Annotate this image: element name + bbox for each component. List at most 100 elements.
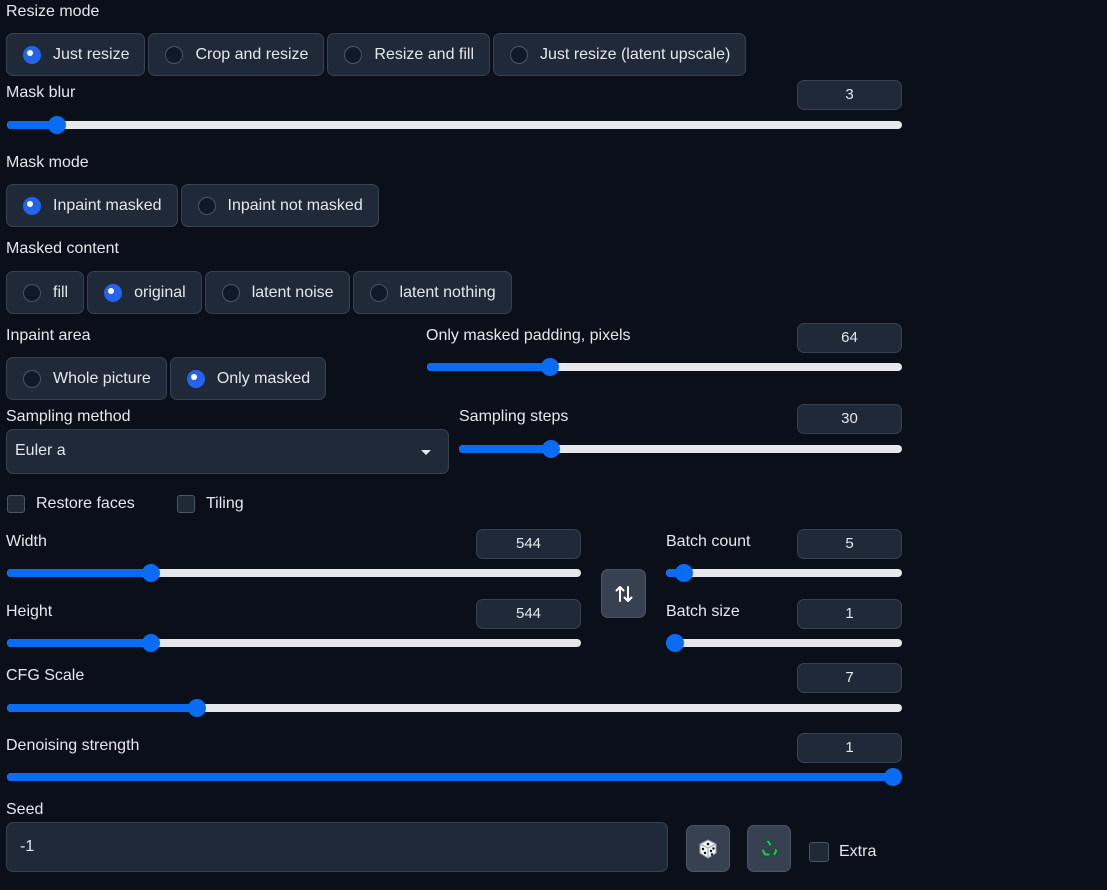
dice-icon [699,838,717,859]
swap-dimensions-button[interactable] [601,569,646,618]
height-number-input[interactable]: 544 [476,599,581,629]
resize-mode-label: Resize mode [6,3,100,20]
radio-option-label: Crop and resize [195,45,309,63]
slider-fill [7,569,151,577]
mask-mode-label: Mask mode [6,154,89,171]
slider-thumb[interactable] [141,634,160,652]
reuse-seed-button[interactable] [747,825,791,872]
sampling-method-value: Euler a [15,442,66,459]
radio-circle-icon [104,283,123,302]
mask-blur-number-input[interactable]: 3 [797,80,902,110]
width-number-input[interactable]: 544 [476,529,581,559]
radio-circle-icon [23,196,41,215]
slider-thumb[interactable] [141,564,160,582]
seed-label: Seed [6,801,44,818]
inpaint-area-radio-group: Whole picture Only masked [6,357,327,400]
restore-faces-label: Restore faces [36,495,135,512]
slider-fill [7,704,198,712]
radio-option-label: Inpaint masked [53,196,162,214]
slider-fill [7,639,151,647]
masked-content-label: Masked content [6,240,119,257]
batch-count-label: Batch count [666,533,751,550]
sampling-steps-slider[interactable] [459,440,902,458]
denoising-strength-number-input[interactable]: 1 [797,733,902,763]
batch-size-label: Batch size [666,603,740,620]
radio-option-just-resize-latent-upscale[interactable]: Just resize (latent upscale) [493,33,747,76]
radio-option-inpaint-not-masked[interactable]: Inpaint not masked [180,184,379,227]
slider-track [666,639,902,647]
radio-option-label: Just resize (latent upscale) [540,45,731,63]
radio-circle-icon [23,369,41,388]
radio-circle-icon [344,45,363,64]
radio-circle-icon [165,45,184,64]
slider-fill [459,445,551,453]
slider-track [7,121,902,129]
mask-blur-label: Mask blur [6,84,76,101]
chevron-down-icon [421,450,431,455]
radio-option-original[interactable]: original [87,271,202,314]
batch-count-number-input[interactable]: 5 [797,529,902,559]
batch-size-number-input[interactable]: 1 [797,599,902,629]
resize-mode-radio-group: Just resize Crop and resize Resize and fil… [6,33,747,76]
only-masked-padding-number-input[interactable]: 64 [797,323,902,353]
radio-option-label: Just resize [53,45,130,63]
tiling-checkbox[interactable] [177,495,195,513]
radio-circle-icon [197,196,216,215]
radio-option-label: Inpaint not masked [227,196,363,214]
radio-option-crop-and-resize[interactable]: Crop and resize [148,33,325,76]
radio-option-label: latent nothing [399,283,496,301]
sampling-method-label: Sampling method [6,408,131,425]
radio-option-label: Resize and fill [374,45,475,63]
denoising-strength-slider[interactable] [7,768,902,786]
slider-fill [7,773,893,781]
only-masked-padding-label: Only masked padding, pixels [426,327,631,344]
radio-option-resize-and-fill[interactable]: Resize and fill [327,33,491,76]
mask-blur-slider[interactable] [7,116,902,134]
cfg-scale-label: CFG Scale [6,667,85,684]
extra-seed-label: Extra [839,843,877,860]
slider-thumb[interactable] [188,699,207,717]
sampling-steps-number-input[interactable]: 30 [797,404,902,434]
width-slider[interactable] [7,564,581,582]
radio-option-only-masked[interactable]: Only masked [169,357,327,400]
recycle-icon [760,838,779,857]
cfg-scale-slider[interactable] [7,699,902,717]
radio-circle-icon [23,283,41,302]
batch-count-slider[interactable] [666,564,902,582]
radio-option-label: original [134,283,186,301]
random-seed-button[interactable] [686,825,730,872]
radio-option-label: Whole picture [53,369,151,387]
mask-mode-radio-group: Inpaint masked Inpaint not masked [6,184,379,227]
only-masked-padding-slider[interactable] [427,358,902,376]
radio-circle-icon [369,283,388,302]
radio-option-whole-picture[interactable]: Whole picture [6,357,167,400]
height-label: Height [6,603,53,620]
sampling-method-dropdown[interactable]: Euler a [6,429,449,474]
radio-option-latent-noise[interactable]: latent noise [204,271,350,314]
radio-option-label: Only masked [216,369,311,387]
slider-track [666,569,902,577]
radio-option-just-resize[interactable]: Just resize [6,33,146,76]
sampling-steps-label: Sampling steps [459,408,569,425]
radio-option-fill[interactable]: fill [6,271,85,314]
batch-size-slider[interactable] [666,634,902,652]
slider-thumb[interactable] [48,116,67,134]
slider-thumb[interactable] [884,768,902,786]
radio-option-inpaint-masked[interactable]: Inpaint masked [6,184,178,227]
cfg-scale-number-input[interactable]: 7 [797,663,902,693]
radio-option-label: fill [53,283,69,301]
extra-seed-checkbox[interactable] [809,842,829,862]
masked-content-radio-group: fill original latent noise latent nothing [6,271,512,314]
denoising-strength-label: Denoising strength [6,737,140,754]
slider-thumb[interactable] [541,358,560,376]
height-slider[interactable] [7,634,581,652]
radio-circle-icon [510,45,529,64]
slider-thumb[interactable] [666,634,684,652]
slider-fill [427,363,551,371]
restore-faces-checkbox[interactable] [7,495,25,513]
radio-option-latent-nothing[interactable]: latent nothing [352,271,512,314]
radio-circle-icon [186,369,205,388]
seed-input[interactable]: -1 [6,822,668,872]
slider-thumb[interactable] [674,564,693,582]
slider-thumb[interactable] [541,440,560,458]
